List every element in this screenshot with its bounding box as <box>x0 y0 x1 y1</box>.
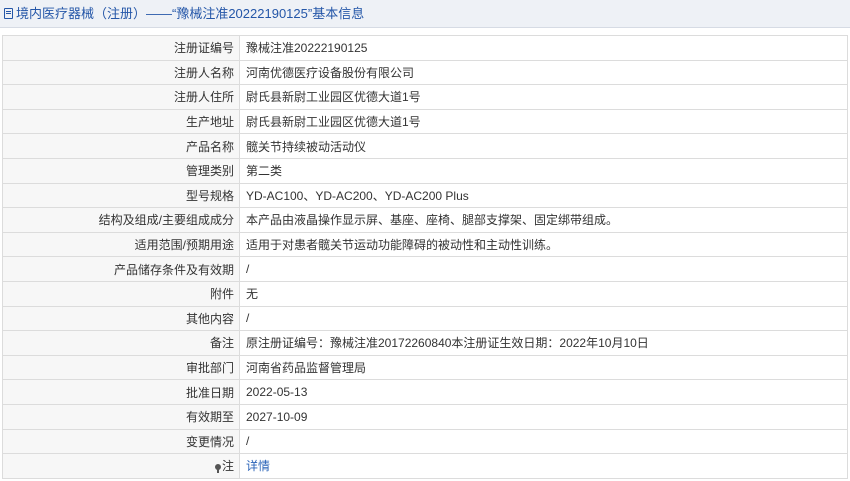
row-value: 河南省药品监督管理局 <box>239 354 848 381</box>
row-label: 其他内容 <box>2 305 240 332</box>
row-value: 2027-10-09 <box>239 403 848 430</box>
row-value: 2022-05-13 <box>239 379 848 405</box>
row-label: 附件 <box>2 280 240 307</box>
info-table: 注册证编号 豫械注准20222190125 注册人名称 河南优德医疗设备股份有限… <box>2 35 848 479</box>
row-label: 产品储存条件及有效期 <box>2 256 240 282</box>
table-row: 其他内容 / <box>2 305 848 332</box>
table-row: 注册人名称 河南优德医疗设备股份有限公司 <box>2 59 848 86</box>
row-value: YD-AC100、YD-AC200、YD-AC200 Plus <box>239 182 848 209</box>
row-label: 生产地址 <box>2 108 240 135</box>
table-row: 批准日期 2022-05-13 <box>2 379 848 405</box>
row-label: 备注 <box>2 330 240 356</box>
details-link[interactable]: 详情 <box>239 453 848 479</box>
row-label: 批准日期 <box>2 379 240 405</box>
table-row: 注册人住所 尉氏县新尉工业园区优德大道1号 <box>2 84 848 110</box>
page-title: 境内医疗器械（注册）——“豫械注准20222190125”基本信息 <box>16 6 365 21</box>
row-value: 河南优德医疗设备股份有限公司 <box>239 59 848 86</box>
row-label: 产品名称 <box>2 133 240 159</box>
table-row: 适用范围/预期用途 适用于对患者髋关节运动功能障碍的被动性和主动性训练。 <box>2 231 848 258</box>
row-label: 有效期至 <box>2 403 240 430</box>
row-value: 尉氏县新尉工业园区优德大道1号 <box>239 84 848 110</box>
table-row: 型号规格 YD-AC100、YD-AC200、YD-AC200 Plus <box>2 182 848 209</box>
table-row: 管理类别 第二类 <box>2 157 848 184</box>
document-icon <box>4 8 13 19</box>
table-row: 结构及组成/主要组成成分 本产品由液晶操作显示屏、基座、座椅、腿部支撑架、固定绑… <box>2 207 848 233</box>
row-value: / <box>239 256 848 282</box>
row-label: 注册人名称 <box>2 59 240 86</box>
table-row: 有效期至 2027-10-09 <box>2 403 848 430</box>
row-label: 管理类别 <box>2 157 240 184</box>
table-row: 生产地址 尉氏县新尉工业园区优德大道1号 <box>2 108 848 135</box>
table-row: 附件 无 <box>2 280 848 307</box>
note-label-cell: 注 <box>2 453 240 479</box>
table-row: 备注 原注册证编号：豫械注准20172260840本注册证生效日期：2022年1… <box>2 330 848 356</box>
row-label: 审批部门 <box>2 354 240 381</box>
table-row: 产品名称 髋关节持续被动活动仪 <box>2 133 848 159</box>
row-label: 变更情况 <box>2 428 240 455</box>
table-row: 注册证编号 豫械注准20222190125 <box>2 35 848 61</box>
table-row: 注 详情 <box>2 453 848 479</box>
row-label: 型号规格 <box>2 182 240 209</box>
row-value: / <box>239 428 848 455</box>
row-value: 尉氏县新尉工业园区优德大道1号 <box>239 108 848 135</box>
row-label: 适用范围/预期用途 <box>2 231 240 258</box>
table-row: 产品储存条件及有效期 / <box>2 256 848 282</box>
row-value: 本产品由液晶操作显示屏、基座、座椅、腿部支撑架、固定绑带组成。 <box>239 207 848 233</box>
row-label: 注册证编号 <box>2 35 240 61</box>
row-value: 原注册证编号：豫械注准20172260840本注册证生效日期：2022年10月1… <box>239 330 848 356</box>
row-label: 注 <box>221 459 234 474</box>
row-label: 注册人住所 <box>2 84 240 110</box>
row-value: 无 <box>239 280 848 307</box>
row-label: 结构及组成/主要组成成分 <box>2 207 240 233</box>
table-row: 审批部门 河南省药品监督管理局 <box>2 354 848 381</box>
row-value: / <box>239 305 848 332</box>
page-header: 境内医疗器械（注册）——“豫械注准20222190125”基本信息 <box>0 0 850 28</box>
row-value: 髋关节持续被动活动仪 <box>239 133 848 159</box>
row-value: 第二类 <box>239 157 848 184</box>
pin-icon <box>214 464 221 474</box>
row-value: 豫械注准20222190125 <box>239 35 848 61</box>
table-row: 变更情况 / <box>2 428 848 455</box>
row-value: 适用于对患者髋关节运动功能障碍的被动性和主动性训练。 <box>239 231 848 258</box>
